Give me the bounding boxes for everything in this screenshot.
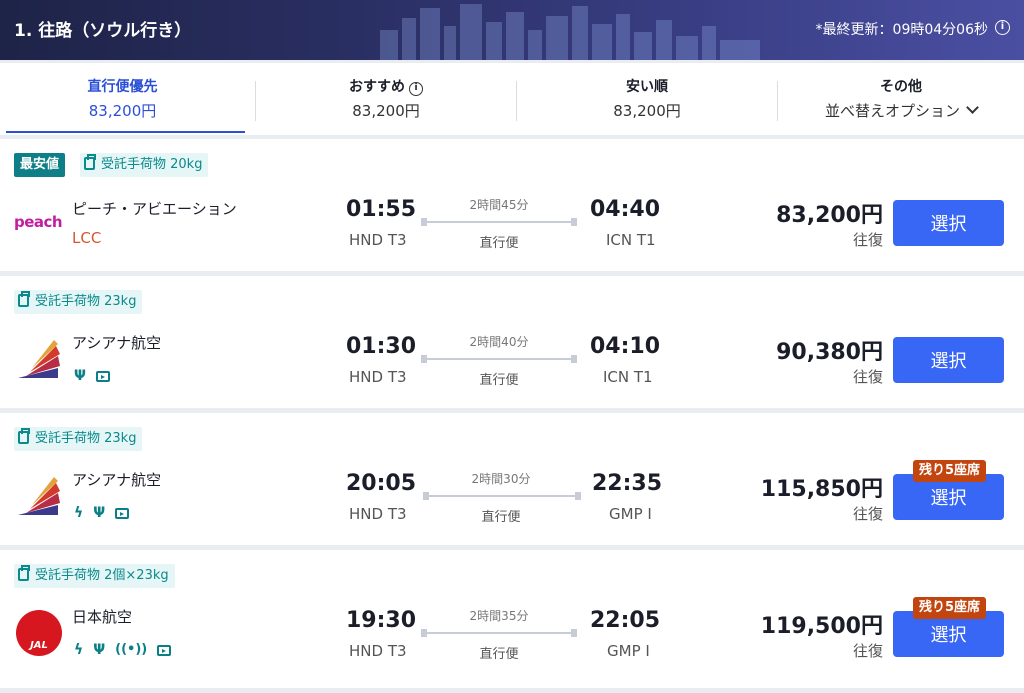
fare-price: 115,850円 [760, 477, 883, 502]
direct-flight-label: 直行便 [479, 373, 519, 388]
info-icon[interactable]: i [995, 20, 1010, 35]
amenities: ϟ Ψ [74, 505, 130, 521]
airline-name: ピーチ・アビエーション [72, 200, 237, 218]
peach-logo: peach [14, 213, 63, 231]
meal-icon: Ψ [74, 368, 86, 384]
arrival-time: 22:35 [592, 471, 663, 496]
departure-airport: HND T3 [349, 642, 407, 660]
flight-card[interactable]: 受託手荷物 2個×23kg JAL 日本航空 ϟ Ψ ((•)) 19:30 H… [0, 550, 1024, 688]
trip-type: 往復 [852, 368, 883, 386]
flight-card[interactable]: 受託手荷物 23kg アシアナ航空 ϟ Ψ 20:05 HND T3 2時間30… [0, 413, 1024, 545]
tab-direct-priority[interactable]: 直行便優先 83,200円 [0, 63, 245, 135]
departure-airport: HND T3 [349, 368, 407, 386]
departure-time: 20:05 [346, 471, 417, 496]
entertainment-icon [115, 507, 130, 519]
results-header: 1. 往路（ソウル行き） *最終更新：09時04分06秒 i [0, 0, 1024, 60]
flight-duration: 2時間30分 [471, 472, 531, 486]
baggage-badge: 受託手荷物 23kg [14, 427, 143, 451]
sort-options-dropdown[interactable]: 並べ替えオプション [825, 102, 960, 120]
route-line [421, 629, 577, 637]
baggage-badge: 受託手荷物 2個×23kg [14, 564, 175, 588]
arrival-airport: GMP I [607, 642, 650, 660]
flight-duration: 2時間35分 [469, 609, 529, 623]
direct-flight-label: 直行便 [481, 510, 521, 525]
entertainment-icon [95, 370, 110, 382]
fare-price: 90,380円 [776, 340, 883, 365]
lcc-label: LCC [72, 229, 102, 247]
select-button[interactable]: 選択 [893, 200, 1004, 246]
arrival-time: 04:10 [590, 334, 661, 359]
tab-label: 直行便優先 [87, 79, 158, 95]
arrival-time: 22:05 [590, 608, 661, 633]
direct-flight-label: 直行便 [479, 647, 519, 662]
entertainment-icon [157, 644, 172, 656]
airline-name: 日本航空 [72, 608, 133, 626]
power-icon: ϟ [74, 642, 84, 658]
route-line [421, 355, 577, 363]
airline-name: アシアナ航空 [72, 334, 162, 352]
amenities: Ψ [74, 368, 110, 384]
chevron-down-icon [966, 101, 979, 114]
tab-recommended[interactable]: おすすめ i 83,200円 [256, 63, 516, 135]
baggage-icon [18, 291, 30, 307]
select-button[interactable]: 選択 [893, 337, 1004, 383]
departure-time: 01:55 [346, 197, 417, 222]
info-icon[interactable]: i [409, 82, 423, 96]
trip-type: 往復 [852, 642, 883, 660]
flight-card[interactable]: 最安値 受託手荷物 20kg peach ピーチ・アビエーション LCC 01:… [0, 139, 1024, 271]
route-line [423, 492, 581, 500]
seats-left-badge: 残り5座席 [913, 460, 987, 482]
sort-tabs: 直行便優先 83,200円 おすすめ i 83,200円 安い順 83,200円 … [0, 63, 1024, 135]
baggage-badge: 受託手荷物 23kg [14, 290, 143, 314]
tab-label: 安い順 [626, 79, 668, 95]
tab-label: その他 [880, 79, 922, 95]
meal-icon: Ψ [93, 642, 106, 658]
arrival-airport: GMP I [609, 505, 652, 523]
departure-time: 19:30 [346, 608, 417, 633]
meal-icon: Ψ [93, 505, 106, 521]
trip-type: 往復 [852, 505, 883, 523]
tab-cheapest[interactable]: 安い順 83,200円 [517, 63, 777, 135]
tab-price: 83,200円 [352, 102, 420, 120]
departure-time: 01:30 [346, 334, 417, 359]
jal-logo: JAL [16, 610, 62, 656]
page-title: 1. 往路（ソウル行き） [14, 21, 192, 41]
route-line [421, 218, 577, 226]
fare-price: 83,200円 [776, 203, 883, 228]
baggage-badge: 受託手荷物 20kg [80, 153, 209, 177]
arrival-time: 04:40 [590, 197, 661, 222]
last-updated-text: *最終更新：09時04分06秒 [815, 22, 988, 38]
airline-name: アシアナ航空 [72, 471, 162, 489]
wifi-icon: ((•)) [115, 642, 148, 657]
asiana-logo [18, 477, 60, 515]
tab-other[interactable]: その他 並べ替えオプション [778, 63, 1024, 135]
cheapest-badge: 最安値 [14, 153, 66, 177]
city-skyline-image [380, 4, 760, 60]
baggage-icon [84, 154, 96, 170]
power-icon: ϟ [74, 505, 84, 521]
flight-duration: 2時間40分 [469, 335, 529, 349]
flight-card[interactable]: 受託手荷物 23kg アシアナ航空 Ψ 01:30 HND T3 2時間40分 … [0, 276, 1024, 408]
tab-label: おすすめ [349, 79, 405, 95]
departure-airport: HND T3 [349, 231, 407, 249]
baggage-icon [18, 565, 30, 581]
arrival-airport: ICN T1 [603, 368, 653, 386]
tab-price: 83,200円 [88, 102, 157, 120]
amenities: ϟ Ψ ((•)) [74, 642, 172, 658]
tab-price: 83,200円 [613, 102, 681, 120]
asiana-logo [18, 340, 60, 378]
fare-price: 119,500円 [760, 614, 883, 639]
flight-duration: 2時間45分 [469, 198, 529, 212]
seats-left-badge: 残り5座席 [913, 597, 987, 619]
direct-flight-label: 直行便 [479, 236, 519, 251]
arrival-airport: ICN T1 [606, 231, 656, 249]
baggage-icon [18, 428, 30, 444]
departure-airport: HND T3 [349, 505, 407, 523]
trip-type: 往復 [852, 231, 883, 249]
